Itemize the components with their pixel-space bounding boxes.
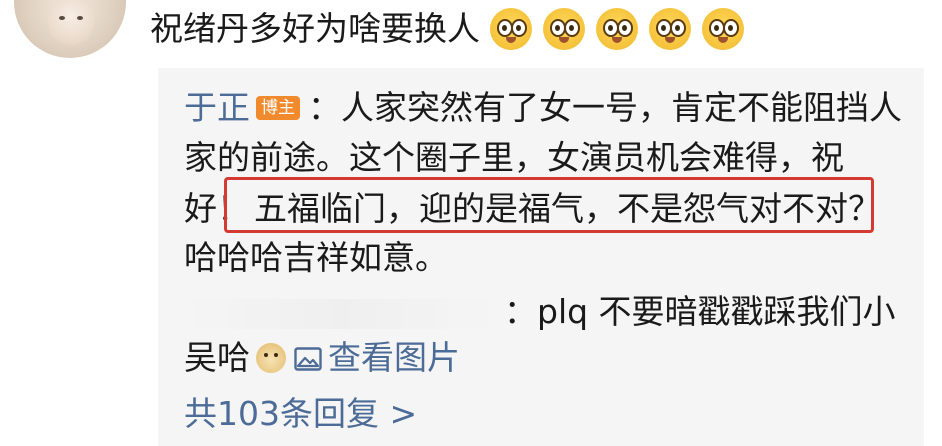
- view-image-link[interactable]: 查看图片: [294, 338, 460, 377]
- sub-reply-line-2: 吴哈 查看图片: [184, 334, 460, 382]
- shy-face-emoji-icon: [702, 8, 744, 50]
- comment-text: 祝绪丹多好为啥要换人: [150, 9, 480, 48]
- shy-face-emoji-icon: [543, 8, 585, 50]
- reply-line-2: 家的前途。这个圈子里，女演员机会难得，祝: [184, 138, 844, 177]
- avatar[interactable]: [14, 0, 126, 58]
- avatar-eye: [77, 16, 83, 20]
- blogger-badge: 博主: [256, 96, 300, 120]
- emoji-row: [490, 8, 744, 50]
- avatar-face: [48, 0, 94, 46]
- highlight-annotation-box: [224, 177, 874, 233]
- shy-face-emoji-icon: [490, 8, 532, 50]
- reply-thread: 于正 博主 ：人家突然有了女一号，肯定不能阻挡人 家的前途。这个圈子里，女演员机会难…: [158, 68, 924, 446]
- reply-line-4: 哈哈哈吉祥如意。: [184, 238, 448, 277]
- reply-text-1: ：人家突然有了女一号，肯定不能阻挡人: [308, 88, 902, 127]
- sub-reply-line-1: ：plq 不要暗戳戳踩我们小: [184, 288, 896, 336]
- sub-reply-text-2: 吴哈: [184, 338, 250, 377]
- shy-face-emoji-icon: [596, 8, 638, 50]
- view-image-label: 查看图片: [328, 338, 460, 377]
- shy-face-emoji-icon: [649, 8, 691, 50]
- blurred-username[interactable]: [184, 298, 496, 329]
- doge-emoji-icon: [256, 343, 286, 373]
- reply-line-1: 于正 博主 ：人家突然有了女一号，肯定不能阻挡人: [184, 84, 902, 132]
- image-icon: [294, 347, 322, 371]
- avatar-eye: [59, 16, 65, 20]
- reply-author-link[interactable]: 于正: [184, 88, 250, 127]
- more-replies-link[interactable]: 共103条回复 >: [184, 390, 417, 438]
- comment-content: 祝绪丹多好为啥要换人: [150, 4, 744, 54]
- sub-reply-text-1: ：plq 不要暗戳戳踩我们小: [504, 292, 896, 331]
